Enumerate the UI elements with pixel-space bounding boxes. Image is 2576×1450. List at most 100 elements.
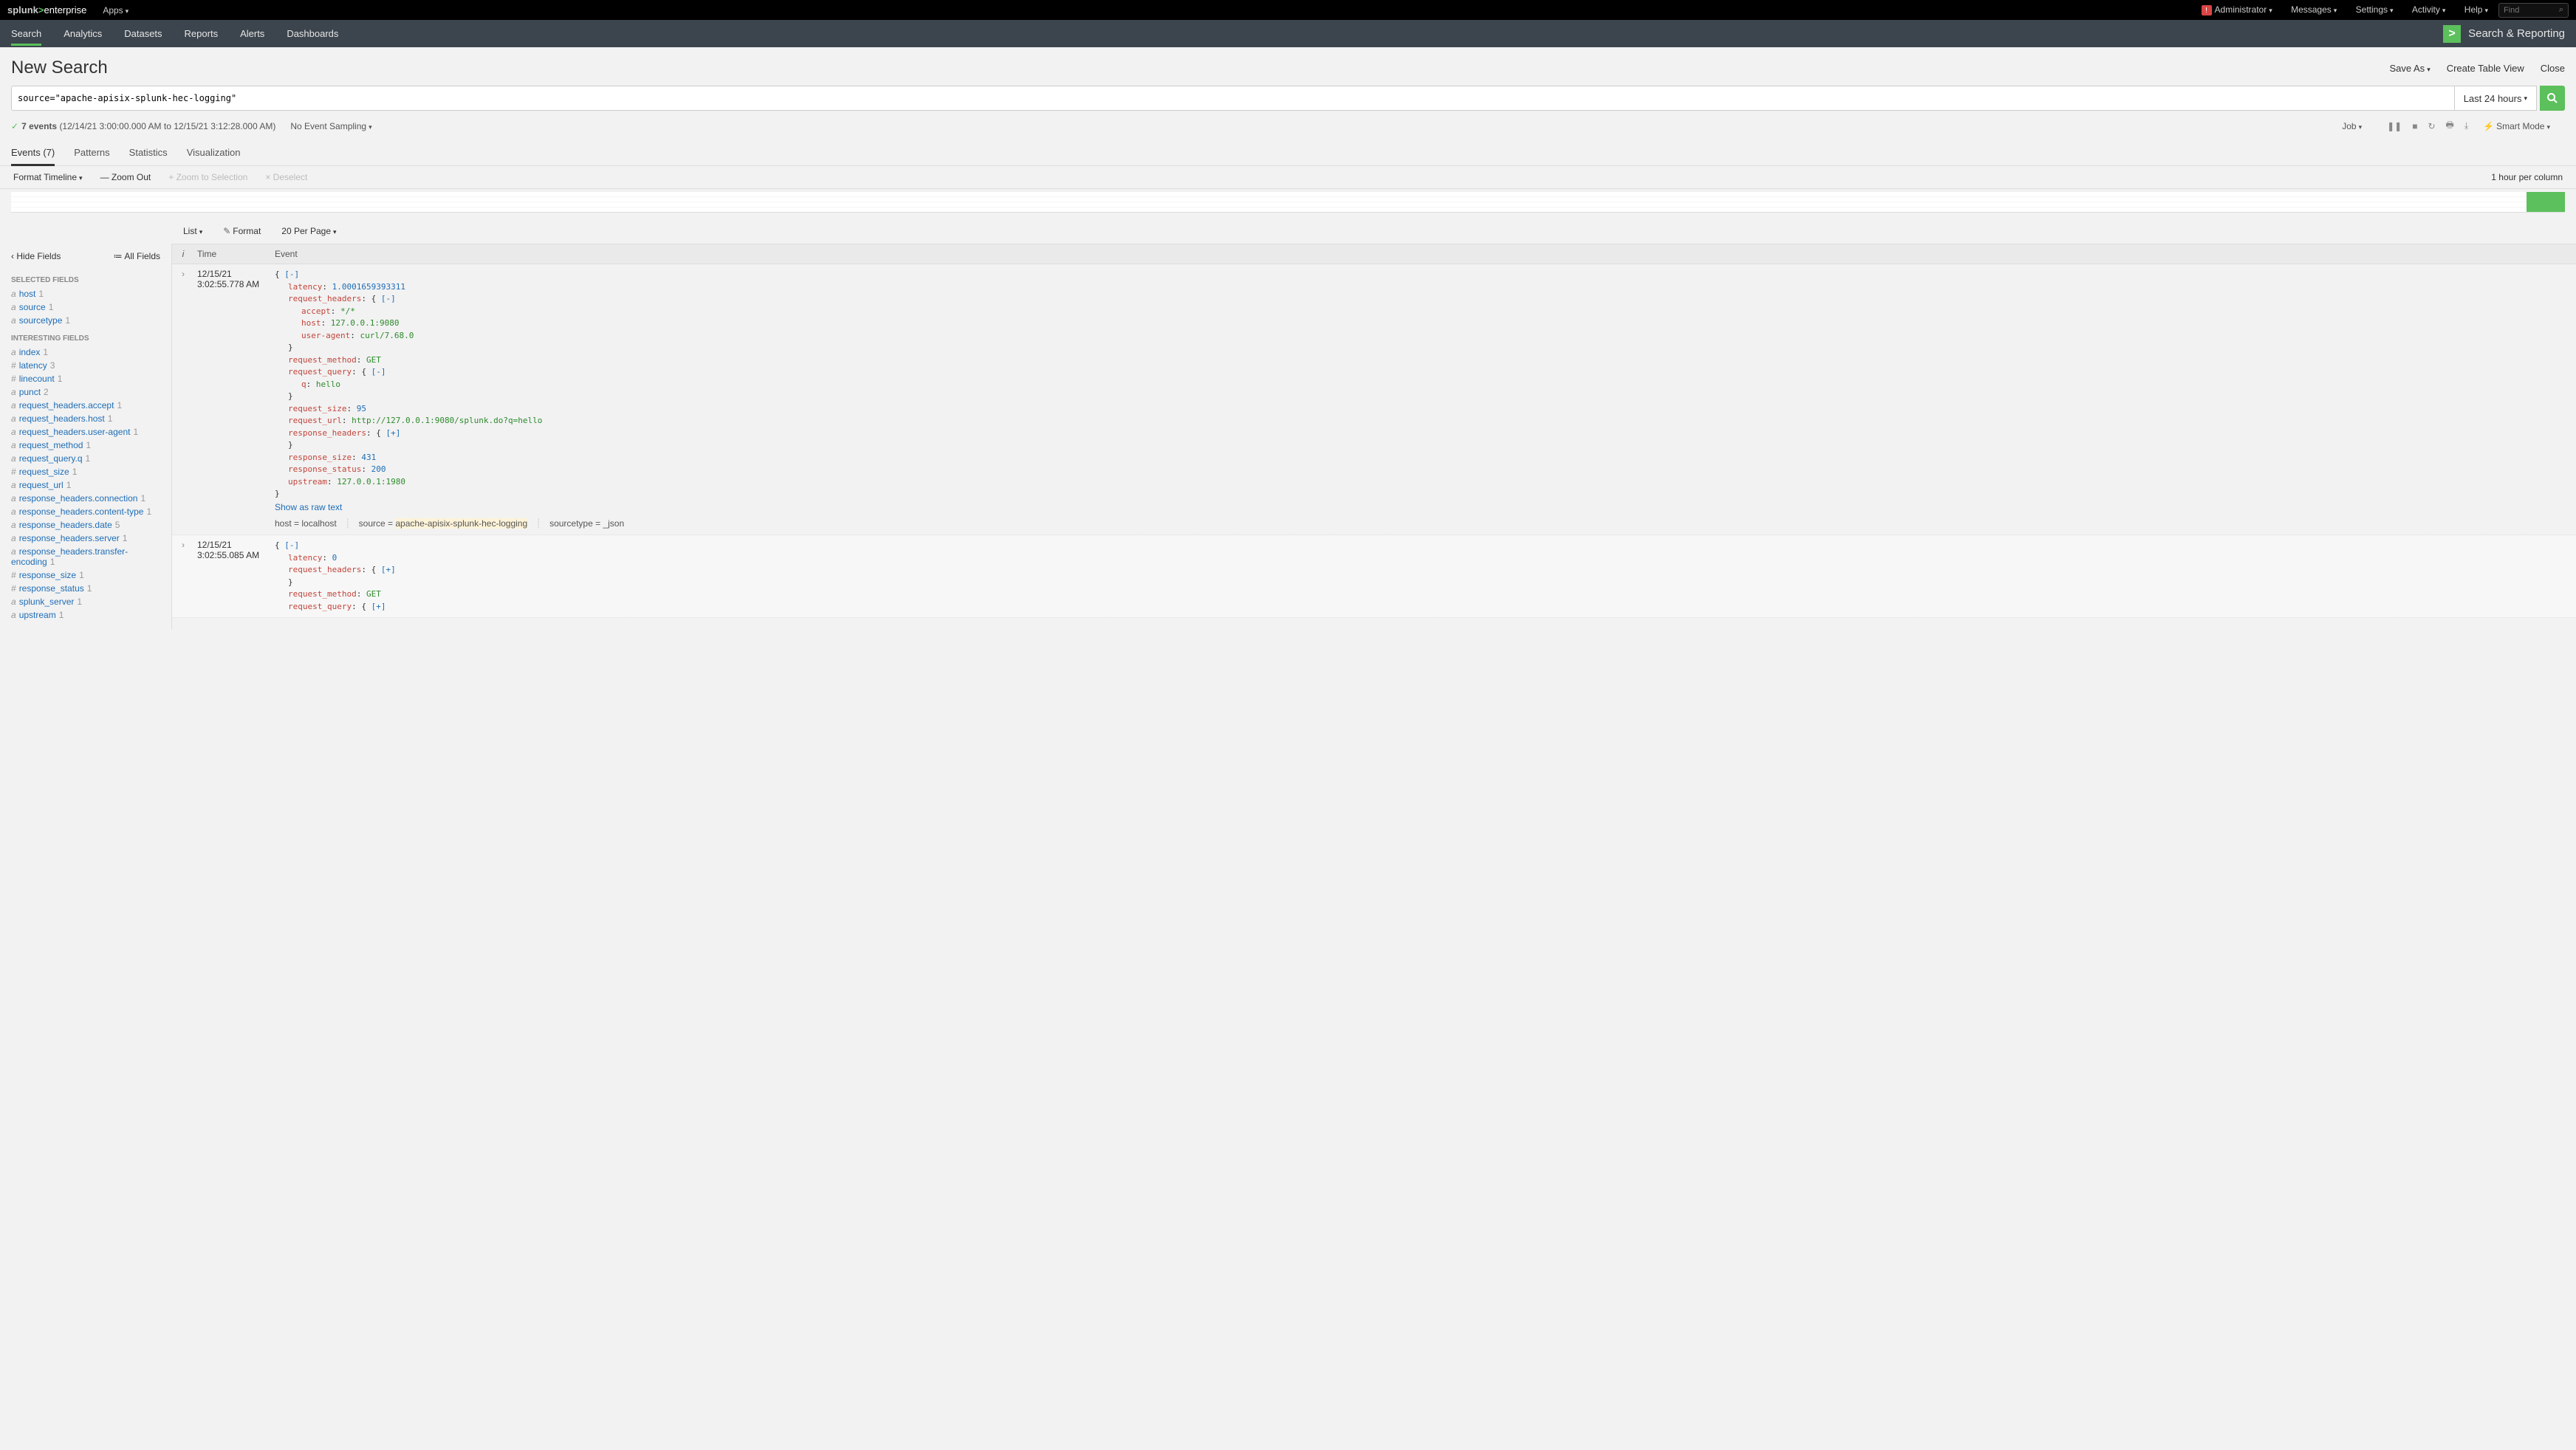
download-icon[interactable]: ⤓ [2464, 120, 2468, 131]
create-table-view-button[interactable]: Create Table View [2447, 63, 2524, 74]
nav-search[interactable]: Search [11, 21, 41, 46]
nav-reports[interactable]: Reports [185, 21, 219, 46]
field-row[interactable]: arequest_url1 [11, 478, 160, 492]
field-name[interactable]: response_headers.server [19, 533, 120, 543]
field-name[interactable]: request_headers.accept [19, 400, 114, 410]
stop-icon[interactable]: ■ [2412, 121, 2417, 131]
settings-menu[interactable]: Settings [2356, 4, 2394, 15]
find-box[interactable]: ⌕ [2498, 3, 2569, 18]
field-name[interactable]: host [19, 289, 36, 299]
field-row[interactable]: aresponse_headers.transfer-encoding1 [11, 545, 160, 568]
search-input[interactable] [18, 93, 2448, 103]
json-toggle[interactable]: [+] [386, 428, 400, 438]
format-button[interactable]: ✎Format [223, 226, 261, 236]
job-menu[interactable]: Job [2342, 121, 2362, 131]
field-row[interactable]: aresponse_headers.connection1 [11, 492, 160, 505]
find-input[interactable] [2504, 6, 2559, 15]
field-name[interactable]: response_headers.transfer-encoding [11, 546, 128, 567]
field-row[interactable]: #linecount1 [11, 372, 160, 385]
field-name[interactable]: response_headers.connection [19, 493, 138, 504]
help-menu[interactable]: Help [2464, 4, 2488, 15]
save-as-button[interactable]: Save As [2389, 63, 2430, 74]
field-row[interactable]: #response_status1 [11, 582, 160, 595]
field-row[interactable]: arequest_method1 [11, 439, 160, 452]
activity-menu[interactable]: Activity [2412, 4, 2446, 15]
search-button[interactable] [2540, 86, 2565, 111]
apps-menu[interactable]: Apps [103, 5, 129, 16]
json-toggle[interactable]: [-] [284, 269, 299, 279]
field-row[interactable]: arequest_headers.host1 [11, 412, 160, 425]
field-row[interactable]: aresponse_headers.content-type1 [11, 505, 160, 518]
tab-statistics[interactable]: Statistics [129, 141, 168, 165]
all-fields[interactable]: ≔ All Fields [114, 251, 160, 261]
field-name[interactable]: request_query.q [19, 453, 83, 464]
expand-icon[interactable]: › [172, 535, 194, 617]
field-row[interactable]: #latency3 [11, 359, 160, 372]
pause-icon[interactable]: ❚❚ [2387, 121, 2402, 131]
field-row[interactable]: ahost1 [11, 287, 160, 300]
nav-analytics[interactable]: Analytics [64, 21, 102, 46]
field-name[interactable]: linecount [19, 374, 55, 384]
field-name[interactable]: response_status [19, 583, 84, 594]
field-name[interactable]: punct [19, 387, 41, 397]
timeline-bar[interactable] [2527, 192, 2565, 212]
field-name[interactable]: response_headers.date [19, 520, 112, 530]
tab-patterns[interactable]: Patterns [74, 141, 109, 165]
field-row[interactable]: aresponse_headers.server1 [11, 532, 160, 545]
nav-datasets[interactable]: Datasets [124, 21, 162, 46]
field-row[interactable]: aindex1 [11, 346, 160, 359]
json-toggle[interactable]: [-] [371, 367, 386, 377]
tab-visualization[interactable]: Visualization [187, 141, 241, 165]
hide-fields[interactable]: ‹ Hide Fields [11, 251, 61, 261]
field-row[interactable]: asource1 [11, 300, 160, 314]
field-name[interactable]: index [19, 347, 41, 357]
field-name[interactable]: source [19, 302, 46, 312]
format-timeline[interactable]: Format Timeline [13, 172, 83, 182]
sampling-dropdown[interactable]: No Event Sampling [290, 121, 371, 131]
expand-icon[interactable]: › [172, 264, 194, 535]
field-row[interactable]: arequest_headers.accept1 [11, 399, 160, 412]
field-name[interactable]: response_headers.content-type [19, 506, 144, 517]
timeline-chart[interactable] [11, 192, 2565, 213]
field-row[interactable]: asourcetype1 [11, 314, 160, 327]
field-row[interactable]: asplunk_server1 [11, 595, 160, 608]
time-range-picker[interactable]: Last 24 hours [2455, 86, 2537, 111]
field-name[interactable]: splunk_server [19, 597, 75, 607]
nav-dashboards[interactable]: Dashboards [287, 21, 338, 46]
nav-alerts[interactable]: Alerts [240, 21, 264, 46]
field-row[interactable]: #request_size1 [11, 465, 160, 478]
search-mode[interactable]: ⚡Smart Mode [2483, 121, 2550, 131]
col-time[interactable]: Time [194, 244, 272, 264]
field-row[interactable]: arequest_headers.user-agent1 [11, 425, 160, 439]
field-name[interactable]: upstream [19, 610, 56, 620]
json-toggle[interactable]: [-] [381, 294, 396, 303]
field-name[interactable]: request_size [19, 467, 69, 477]
json-toggle[interactable]: [+] [381, 565, 396, 574]
field-name[interactable]: sourcetype [19, 315, 63, 326]
admin-menu[interactable]: !Administrator [2202, 4, 2272, 15]
field-name[interactable]: request_method [19, 440, 83, 450]
json-toggle[interactable]: [-] [284, 540, 299, 550]
meta-sourcetype[interactable]: _json [603, 518, 624, 529]
list-dropdown[interactable]: List [183, 226, 202, 236]
field-name[interactable]: response_size [19, 570, 76, 580]
field-row[interactable]: aupstream1 [11, 608, 160, 622]
per-page-dropdown[interactable]: 20 Per Page [281, 226, 336, 236]
close-button[interactable]: Close [2541, 63, 2565, 74]
field-row[interactable]: aresponse_headers.date5 [11, 518, 160, 532]
zoom-out[interactable]: — Zoom Out [100, 172, 151, 182]
json-toggle[interactable]: [+] [371, 602, 386, 611]
show-raw-text[interactable]: Show as raw text [275, 502, 342, 512]
search-input-wrap[interactable] [11, 86, 2455, 111]
meta-source[interactable]: apache-apisix-splunk-hec-logging [395, 518, 527, 529]
field-row[interactable]: #response_size1 [11, 568, 160, 582]
print-icon[interactable]: 🖶 [2446, 118, 2454, 134]
field-row[interactable]: arequest_query.q1 [11, 452, 160, 465]
tab-events[interactable]: Events (7) [11, 141, 55, 166]
meta-host[interactable]: localhost [301, 518, 336, 529]
field-name[interactable]: request_url [19, 480, 64, 490]
field-name[interactable]: request_headers.host [19, 413, 105, 424]
field-name[interactable]: latency [19, 360, 47, 371]
messages-menu[interactable]: Messages [2291, 4, 2337, 15]
field-row[interactable]: apunct2 [11, 385, 160, 399]
